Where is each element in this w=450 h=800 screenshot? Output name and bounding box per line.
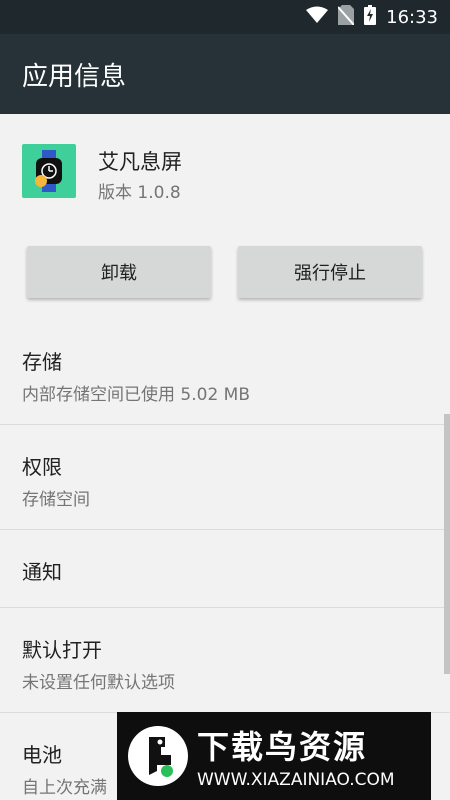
list-item-open-by-default[interactable]: 默认打开 未设置任何默认选项	[0, 608, 450, 713]
watermark-title: 下载鸟资源	[197, 728, 368, 766]
list-item-title: 电池	[22, 743, 62, 767]
watermark-url: WWW.XIAZAINIAO.COM	[197, 770, 395, 790]
watermark: 下载鸟资源 WWW.XIAZAINIAO.COM	[117, 712, 431, 800]
wifi-icon	[306, 6, 329, 28]
watch-icon	[22, 144, 76, 198]
app-name: 艾凡息屏	[98, 150, 182, 174]
list-item-title: 存储	[22, 350, 62, 374]
uninstall-button[interactable]: 卸载	[27, 246, 211, 298]
scrollbar[interactable]	[444, 414, 450, 674]
watermark-text: 下载鸟资源 WWW.XIAZAINIAO.COM	[197, 722, 395, 790]
force-stop-button[interactable]: 强行停止	[238, 246, 422, 298]
list-item-title: 权限	[22, 455, 62, 479]
bird-logo-icon	[127, 725, 189, 787]
list-item-subtitle: 内部存储空间已使用 5.02 MB	[22, 385, 250, 405]
list-item-subtitle: 存储空间	[22, 490, 90, 510]
status-bar: 16:33	[0, 0, 450, 34]
list-item-permissions[interactable]: 权限 存储空间	[0, 425, 450, 530]
list-item-storage[interactable]: 存储 内部存储空间已使用 5.02 MB	[0, 320, 450, 425]
list-item-notifications[interactable]: 通知	[0, 530, 450, 608]
app-header: 艾凡息屏 版本 1.0.8	[0, 114, 450, 224]
battery-charging-icon	[364, 5, 377, 29]
list-item-subtitle: 未设置任何默认选项	[22, 673, 175, 693]
app-info-content: 艾凡息屏 版本 1.0.8 卸载 强行停止 存储 内部存储空间已使用 5.02 …	[0, 114, 450, 800]
no-sim-icon	[337, 5, 355, 29]
list-item-subtitle: 自上次充满	[22, 778, 107, 798]
page-title: 应用信息	[22, 62, 127, 92]
list-item-title: 默认打开	[22, 638, 102, 662]
status-time: 16:33	[386, 6, 438, 28]
app-version: 版本 1.0.8	[98, 183, 181, 203]
app-bar: 应用信息	[0, 34, 450, 114]
list-item-title: 通知	[22, 560, 62, 584]
status-icons: 16:33	[306, 0, 438, 34]
